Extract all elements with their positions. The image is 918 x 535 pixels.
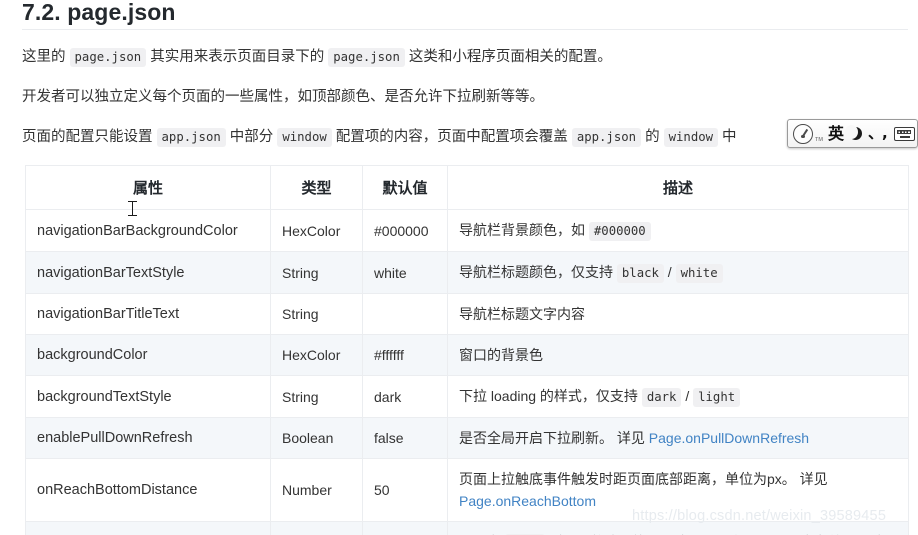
text-run: 是否全局开启下拉刷新。 详见 bbox=[459, 430, 649, 446]
text-run: 导航栏标题颜色，仅支持 bbox=[459, 264, 617, 280]
cell-description: 导航栏标题颜色，仅支持 black / white bbox=[447, 251, 909, 294]
cell-description: 下拉 loading 的样式，仅支持 dark / light bbox=[447, 375, 909, 418]
ime-floating-toolbar[interactable]: тм 英 、, bbox=[787, 119, 918, 148]
inline-code: app.json bbox=[571, 128, 642, 147]
text-run: / bbox=[681, 388, 694, 404]
column-header-attribute: 属性 bbox=[25, 165, 271, 210]
column-header-type: 类型 bbox=[270, 165, 363, 210]
inline-code: page.json bbox=[69, 48, 147, 67]
page-json-config-table-wrapper: 属性 类型 默认值 描述 navigationBarBackgroundColo… bbox=[25, 165, 909, 535]
table-header-row: 属性 类型 默认值 描述 bbox=[25, 165, 909, 210]
cell-type: String bbox=[270, 375, 363, 418]
title-divider bbox=[22, 29, 908, 30]
table-row: backgroundColor HexColor #ffffff 窗口的背景色 bbox=[25, 334, 909, 376]
cell-default-value: white bbox=[362, 251, 448, 294]
paragraph-2: 开发者可以独立定义每个页面的一些属性，如顶部颜色、是否允许下拉刷新等等。 bbox=[22, 86, 544, 108]
text-run: 中部分 bbox=[225, 129, 278, 145]
inline-code: light bbox=[693, 388, 741, 407]
text-run: 配置项的内容，页面中配置项会覆盖 bbox=[331, 129, 572, 145]
inline-code: #000000 bbox=[588, 222, 651, 241]
text-run: 导航栏背景颜色，如 bbox=[459, 222, 589, 238]
text-run: 其实用来表示页面目录下的 bbox=[146, 49, 329, 65]
cell-attribute: backgroundTextStyle bbox=[25, 375, 271, 418]
cell-attribute: disableScroll bbox=[25, 521, 271, 535]
cell-attribute: navigationBarTextStyle bbox=[25, 251, 271, 294]
cell-description: 窗口的背景色 bbox=[447, 334, 909, 376]
cell-attribute: navigationBarBackgroundColor bbox=[25, 209, 271, 252]
inline-code: black bbox=[616, 264, 664, 283]
table-row: navigationBarTitleText String 导航栏标题文字内容 bbox=[25, 293, 909, 335]
trademark-mark: тм bbox=[815, 136, 824, 143]
inline-code: white bbox=[675, 264, 723, 283]
cell-type: HexColor bbox=[270, 209, 363, 252]
text-run: 窗口的背景色 bbox=[459, 347, 543, 363]
cell-default-value: #000000 bbox=[362, 209, 448, 252]
doc-link[interactable]: Page.onReachBottom bbox=[459, 493, 596, 509]
page-json-config-table: 属性 类型 默认值 描述 navigationBarBackgroundColo… bbox=[25, 165, 909, 535]
column-header-default: 默认值 bbox=[362, 165, 448, 210]
inline-code: dark bbox=[641, 388, 682, 407]
text-run: 这里的 bbox=[22, 49, 70, 65]
text-run: 开发者可以独立定义每个页面的一些属性，如顶部颜色、是否允许下拉刷新等等。 bbox=[22, 89, 544, 105]
paragraph-3: 页面的配置只能设置 app.json 中部分 window 配置项的内容，页面中… bbox=[22, 126, 737, 148]
text-run: 中 bbox=[718, 129, 737, 145]
sogou-logo-icon[interactable] bbox=[793, 123, 813, 144]
cell-description: 导航栏背景颜色，如 #000000 bbox=[447, 209, 909, 252]
ime-language-mode-button[interactable]: 英 bbox=[828, 125, 844, 142]
table-row: backgroundTextStyle String dark 下拉 loading … bbox=[25, 375, 909, 418]
cell-attribute: backgroundColor bbox=[25, 334, 271, 376]
soft-keyboard-icon[interactable] bbox=[893, 126, 915, 141]
cell-type: String bbox=[270, 251, 363, 294]
cell-default-value: dark bbox=[362, 375, 448, 418]
document-page: 7.2. page.json 这里的 page.json 其实用来表示页面目录下… bbox=[0, 0, 918, 535]
cell-type: Boolean bbox=[270, 417, 363, 459]
inline-code: app.json bbox=[156, 128, 226, 147]
cell-attribute: onReachBottomDistance bbox=[25, 458, 271, 522]
page-title: 7.2. page.json bbox=[22, 0, 176, 25]
column-header-description: 描述 bbox=[447, 165, 909, 210]
cell-default-value bbox=[362, 293, 448, 335]
cell-attribute: navigationBarTitleText bbox=[25, 293, 271, 335]
watermark: https://blog.csdn.net/weixin_39589455 bbox=[632, 508, 887, 524]
ime-punctuation-toggle[interactable]: 、, bbox=[868, 126, 888, 141]
cell-description: 是否全局开启下拉刷新。 详见 Page.onPullDownRefresh bbox=[447, 417, 909, 459]
text-run: 这类和小程序页面相关的配置。 bbox=[404, 49, 612, 65]
inline-code: window bbox=[277, 128, 332, 147]
text-run: 页面的配置只能设置 bbox=[22, 129, 157, 145]
cell-default-value: false bbox=[362, 521, 448, 535]
text-run: 下拉 loading 的样式，仅支持 bbox=[459, 388, 642, 404]
text-run: 导航栏标题文字内容 bbox=[459, 306, 585, 322]
cell-default-value: false bbox=[362, 417, 448, 459]
cell-default-value: 50 bbox=[362, 458, 448, 522]
cell-type: Boolean bbox=[270, 521, 363, 535]
cell-attribute: enablePullDownRefresh bbox=[25, 417, 271, 459]
cell-type: HexColor bbox=[270, 334, 363, 376]
text-run: / bbox=[663, 264, 676, 280]
cell-type: Number bbox=[270, 458, 363, 522]
table-row: navigationBarBackgroundColor HexColor #000… bbox=[25, 209, 909, 252]
cell-type: String bbox=[270, 293, 363, 335]
cell-default-value: #ffffff bbox=[362, 334, 448, 376]
table-head: 属性 类型 默认值 描述 bbox=[25, 165, 909, 210]
paragraph-1: 这里的 page.json 其实用来表示页面目录下的 page.json 这类和… bbox=[22, 46, 612, 68]
moon-icon[interactable] bbox=[845, 124, 863, 142]
doc-link[interactable]: Page.onPullDownRefresh bbox=[649, 430, 809, 446]
cell-description: 导航栏标题文字内容 bbox=[447, 293, 909, 335]
text-run: 的 bbox=[641, 129, 664, 145]
text-run: 页面上拉触底事件触发时距页面底部距离，单位为px。 详见 bbox=[459, 471, 828, 487]
inline-code: window bbox=[663, 128, 719, 147]
table-row: enablePullDownRefresh Boolean false 是否全局开启下… bbox=[25, 417, 909, 459]
table-body: navigationBarBackgroundColor HexColor #000… bbox=[25, 209, 909, 535]
inline-code: page.json bbox=[328, 48, 405, 67]
table-row: navigationBarTextStyle String white 导航栏标题颜色… bbox=[25, 251, 909, 294]
